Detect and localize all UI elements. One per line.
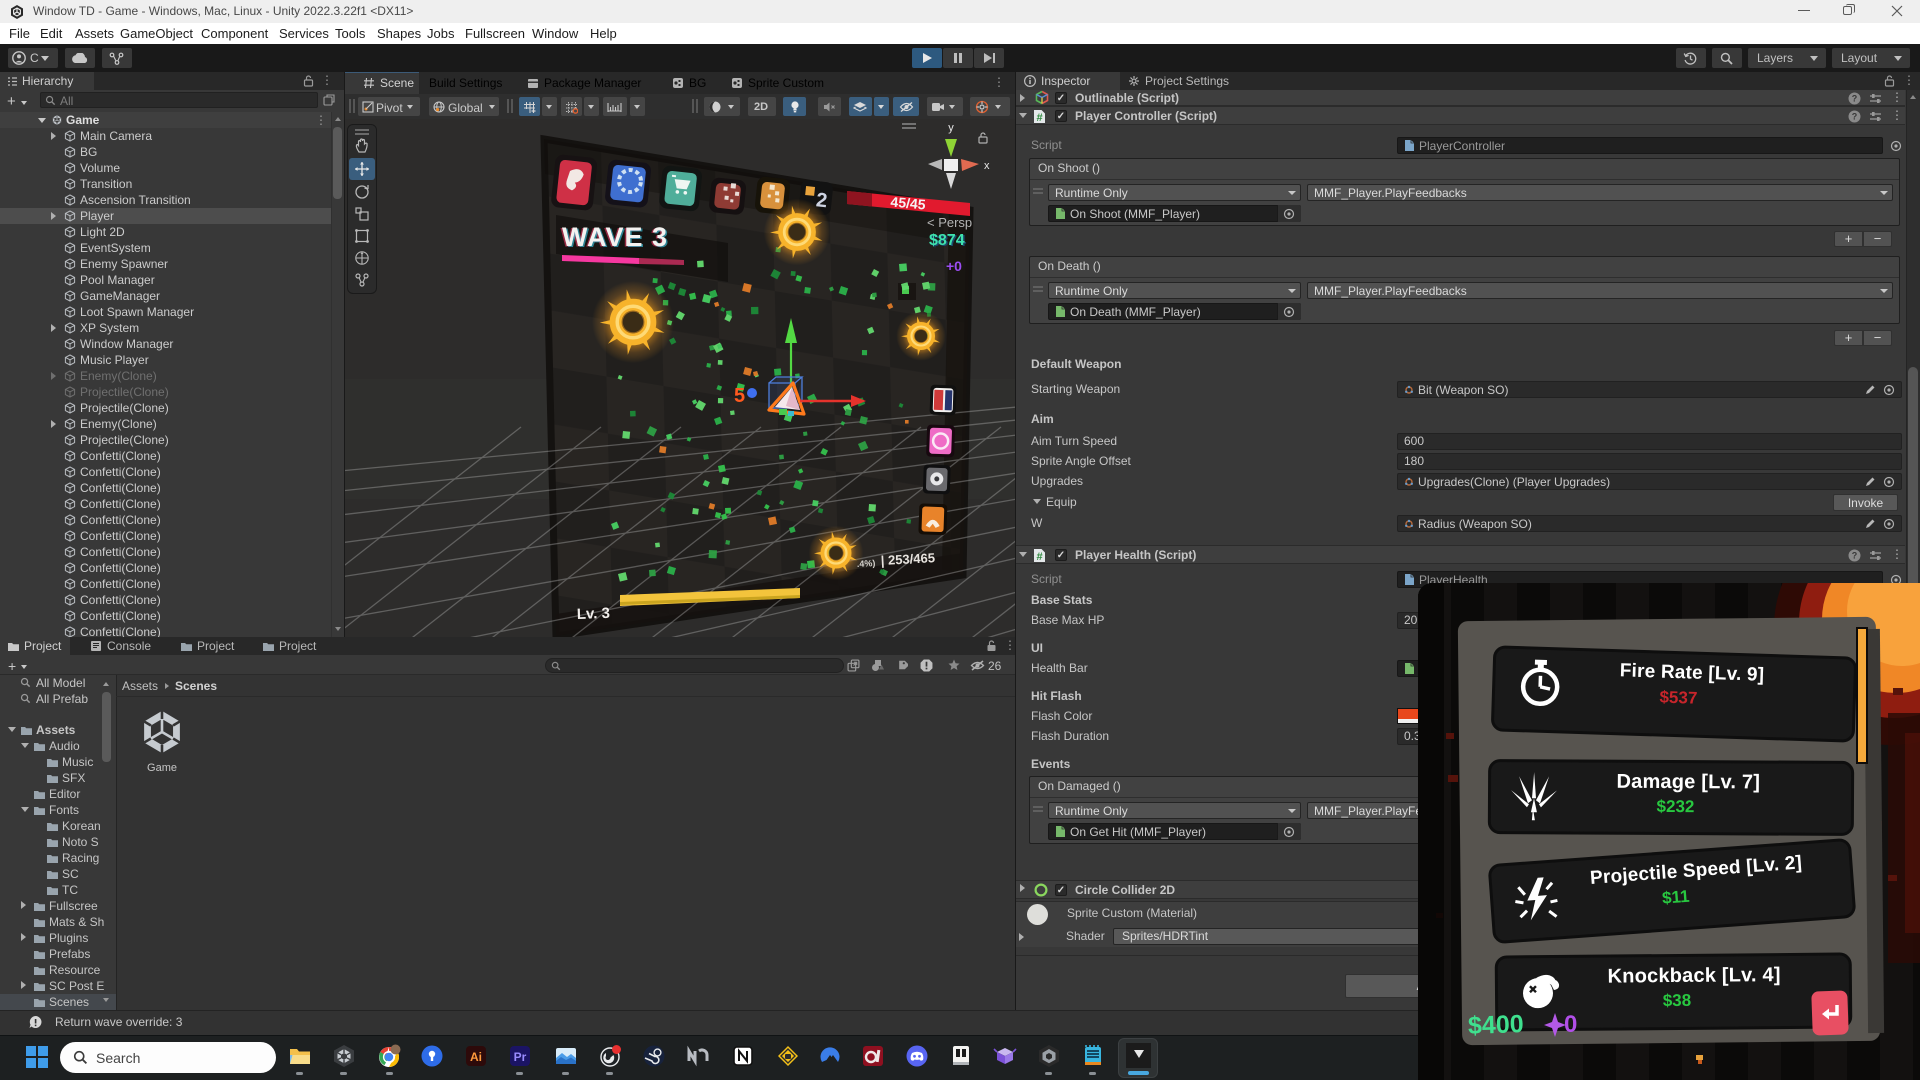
svg-text:Pr: Pr xyxy=(514,1050,527,1064)
svg-text:WAVE 3: WAVE 3 xyxy=(562,222,668,252)
svg-text:?: ? xyxy=(1852,94,1858,104)
svg-text:| 253/465: | 253/465 xyxy=(880,550,935,568)
svg-text:y: y xyxy=(948,122,954,134)
svg-text:< Persp: < Persp xyxy=(927,215,972,230)
svg-text:+0: +0 xyxy=(946,258,962,274)
svg-text:#: # xyxy=(1036,112,1042,124)
svg-text:x: x xyxy=(984,160,990,172)
svg-text:45/45: 45/45 xyxy=(890,194,927,213)
svg-text:$874: $874 xyxy=(929,232,965,249)
svg-text:.4%): .4%) xyxy=(857,558,876,569)
svg-text:#: # xyxy=(1036,551,1042,563)
svg-text:?: ? xyxy=(1852,551,1858,561)
svg-text:Lv. 3: Lv. 3 xyxy=(577,605,611,623)
svg-text:?: ? xyxy=(1852,112,1858,122)
svg-text:5: 5 xyxy=(734,385,745,407)
svg-text:Ai: Ai xyxy=(470,1050,482,1064)
